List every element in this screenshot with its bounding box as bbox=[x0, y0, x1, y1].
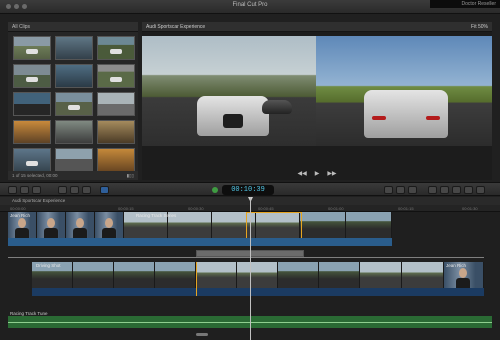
zoom-menu[interactable]: Fit 50% bbox=[471, 24, 488, 30]
play-icon[interactable]: ▶ bbox=[315, 170, 320, 177]
keyword-button[interactable] bbox=[20, 186, 29, 194]
inspector-button[interactable] bbox=[408, 186, 417, 194]
driving-clip-b[interactable] bbox=[196, 262, 444, 296]
viewer-header: Audi Sportscar Experience Fit 50% bbox=[142, 22, 492, 32]
clip-thumbnail[interactable] bbox=[55, 36, 93, 60]
event-browser: All Clips 1 of 15 selected, 00:00 ▮▯▯ bbox=[8, 22, 138, 180]
clip-thumbnail[interactable] bbox=[97, 64, 135, 88]
import-button[interactable] bbox=[8, 186, 17, 194]
analyze-button[interactable] bbox=[32, 186, 41, 194]
toolbar: 00:10:39 bbox=[0, 182, 500, 196]
selection-status: 1 of 15 selected, 00:00 bbox=[12, 173, 58, 178]
clip-label: Jean Rich bbox=[10, 213, 31, 218]
clip-thumbnail[interactable] bbox=[55, 64, 93, 88]
connect-button[interactable] bbox=[58, 186, 67, 194]
clip-label: Jean Rich bbox=[446, 263, 467, 268]
title-bar: Final Cut Pro Doctor Reseller bbox=[0, 0, 500, 14]
viewer-title: Audi Sportscar Experience bbox=[146, 24, 206, 30]
car-rear bbox=[364, 90, 448, 138]
road-clip[interactable] bbox=[300, 212, 392, 238]
ruler-mark: 00:01:15 bbox=[398, 206, 414, 211]
interview-end-clip[interactable]: Jean Rich bbox=[444, 262, 484, 296]
video-frame-rear bbox=[316, 36, 492, 146]
titles-button[interactable] bbox=[452, 186, 461, 194]
timecode-display[interactable]: 00:10:39 bbox=[222, 185, 274, 195]
clip-thumbnail[interactable] bbox=[97, 92, 135, 116]
ruler-mark: 00:00:00 bbox=[10, 206, 26, 211]
edit-point-marker[interactable] bbox=[196, 262, 198, 296]
clip-thumbnail[interactable] bbox=[13, 120, 51, 144]
corner-label: Doctor Reseller bbox=[430, 0, 500, 8]
thumbnail-size-control[interactable]: ▮▯▯ bbox=[127, 173, 134, 178]
color-button[interactable] bbox=[396, 186, 405, 194]
audio-label: Racing Track Tune bbox=[10, 311, 48, 316]
storyline-audio[interactable] bbox=[8, 238, 392, 246]
play-indicator-icon bbox=[212, 187, 218, 193]
viewer: Audi Sportscar Experience Fit 50% ◀◀ ▶ ▶… bbox=[142, 22, 492, 180]
clip-thumbnail[interactable] bbox=[13, 92, 51, 116]
select-tool-button[interactable] bbox=[100, 186, 109, 194]
playback-controls: ◀◀ ▶ ▶▶ bbox=[142, 166, 492, 180]
append-button[interactable] bbox=[82, 186, 91, 194]
enhance-button[interactable] bbox=[384, 186, 393, 194]
insert-button[interactable] bbox=[70, 186, 79, 194]
browser-footer: 1 of 15 selected, 00:00 ▮▯▯ bbox=[8, 171, 138, 180]
clip-thumbnail[interactable] bbox=[55, 120, 93, 144]
clip-thumbnail[interactable] bbox=[97, 120, 135, 144]
clip-thumbnail[interactable] bbox=[97, 148, 135, 172]
ruler-mark: 00:00:15 bbox=[118, 206, 134, 211]
clip-label: Driving Shot bbox=[36, 263, 61, 268]
effects-button[interactable] bbox=[428, 186, 437, 194]
playhead[interactable] bbox=[250, 197, 251, 340]
driving-clip-a[interactable]: Driving Shot bbox=[32, 262, 196, 296]
connection-line bbox=[8, 257, 484, 258]
window-title: Final Cut Pro bbox=[232, 2, 268, 8]
second-car bbox=[262, 100, 292, 114]
interview-clip[interactable]: Jean Rich bbox=[8, 212, 124, 238]
clip-thumbnail[interactable] bbox=[55, 92, 93, 116]
clip-thumbnail[interactable] bbox=[13, 148, 51, 172]
clip-grid bbox=[8, 32, 138, 176]
video-frame-front bbox=[142, 36, 316, 146]
generators-button[interactable] bbox=[464, 186, 473, 194]
browser-header: All Clips bbox=[8, 22, 138, 32]
ruler-mark: 00:00:45 bbox=[258, 206, 274, 211]
next-icon[interactable]: ▶▶ bbox=[327, 170, 336, 177]
ruler-mark: 00:01:30 bbox=[462, 206, 478, 211]
photos-button[interactable] bbox=[440, 186, 449, 194]
themes-button[interactable] bbox=[476, 186, 485, 194]
clip-thumbnail[interactable] bbox=[13, 64, 51, 88]
previous-icon[interactable]: ◀◀ bbox=[297, 170, 306, 177]
clip-label: Racing Track Series bbox=[136, 213, 177, 218]
clip-thumbnail[interactable] bbox=[97, 36, 135, 60]
car-front bbox=[197, 96, 269, 136]
clip-thumbnail[interactable] bbox=[55, 148, 93, 172]
timeline-scroll-handle[interactable] bbox=[196, 333, 208, 336]
final-cut-pro-window: Final Cut Pro Doctor Reseller All Clips … bbox=[0, 0, 500, 340]
ruler-mark: 00:01:00 bbox=[328, 206, 344, 211]
clip-thumbnail[interactable] bbox=[13, 36, 51, 60]
ruler-mark: 00:00:30 bbox=[188, 206, 204, 211]
viewer-frames bbox=[142, 36, 492, 176]
